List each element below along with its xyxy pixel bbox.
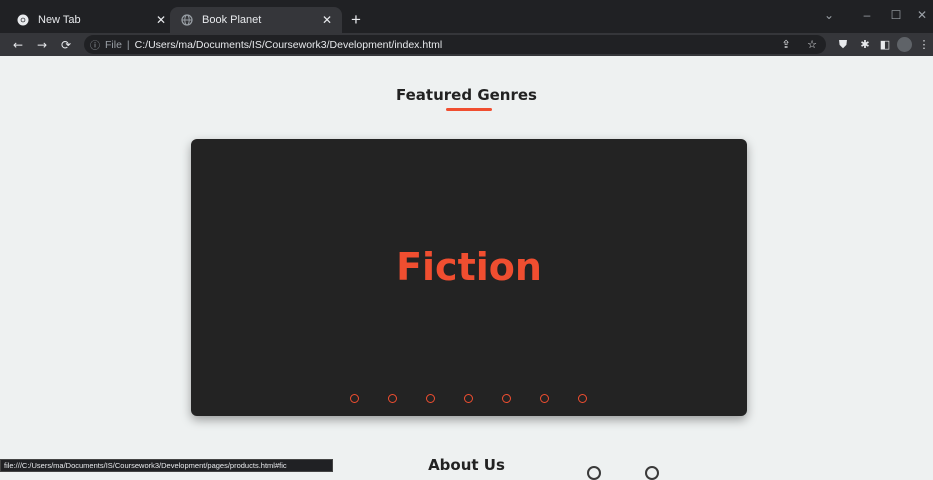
shield-extension-icon[interactable]: ⛊ (834, 35, 852, 54)
forward-button[interactable]: → (32, 35, 52, 54)
genre-carousel[interactable]: Fiction (191, 139, 747, 416)
close-window-button[interactable]: ✕ (912, 4, 932, 26)
extensions-puzzle-icon[interactable]: ✱ (856, 35, 874, 54)
url-separator: | (126, 38, 130, 51)
share-icon[interactable]: ⇪ (777, 35, 795, 54)
side-panel-icon[interactable]: ◧ (876, 35, 894, 54)
tab-title: Book Planet (202, 14, 262, 26)
carousel-dot[interactable] (426, 394, 435, 403)
tab-book-planet[interactable]: Book Planet ✕ (170, 7, 342, 33)
back-button[interactable]: ← (8, 35, 28, 54)
carousel-dot[interactable] (502, 394, 511, 403)
url-scheme: File (105, 38, 122, 51)
url-text: C:/Users/ma/Documents/IS/Coursework3/Dev… (134, 38, 443, 51)
carousel-dot[interactable] (350, 394, 359, 403)
tab-title: New Tab (38, 14, 81, 26)
genre-title[interactable]: Fiction (191, 242, 747, 292)
browser-tab-strip: New Tab ✕ Book Planet ✕ + ⌄ – ☐ ✕ (0, 0, 933, 33)
profile-avatar[interactable] (897, 37, 912, 52)
maximize-button[interactable]: ☐ (881, 4, 911, 26)
reload-button[interactable]: ⟳ (56, 35, 76, 54)
browser-toolbar: ← → ⟳ ⓘ File | C:/Users/ma/Documents/IS/… (0, 33, 933, 56)
address-bar[interactable]: ⓘ File | C:/Users/ma/Documents/IS/Course… (84, 35, 826, 54)
close-tab-icon[interactable]: ✕ (322, 13, 332, 27)
carousel-dot[interactable] (578, 394, 587, 403)
globe-icon (180, 13, 194, 27)
menu-kebab-icon[interactable]: ⋮ (918, 35, 930, 54)
heading-underline (446, 108, 492, 111)
tab-search-icon[interactable]: ⌄ (814, 4, 844, 26)
new-tab-button[interactable]: + (346, 10, 366, 30)
carousel-dot[interactable] (464, 394, 473, 403)
carousel-dot[interactable] (388, 394, 397, 403)
close-tab-icon[interactable]: ✕ (156, 13, 166, 27)
social-icon[interactable] (587, 466, 601, 480)
social-icon[interactable] (645, 466, 659, 480)
minimize-button[interactable]: – (852, 4, 882, 26)
carousel-indicators (191, 394, 747, 406)
featured-genres-heading: Featured Genres (396, 86, 537, 104)
status-bar-url: file:///C:/Users/ma/Documents/IS/Coursew… (0, 459, 333, 472)
tab-new-tab[interactable]: New Tab ✕ (6, 7, 176, 33)
chrome-icon (16, 13, 30, 27)
info-icon[interactable]: ⓘ (90, 37, 100, 52)
carousel-dot[interactable] (540, 394, 549, 403)
bookmark-star-icon[interactable]: ☆ (803, 35, 821, 54)
